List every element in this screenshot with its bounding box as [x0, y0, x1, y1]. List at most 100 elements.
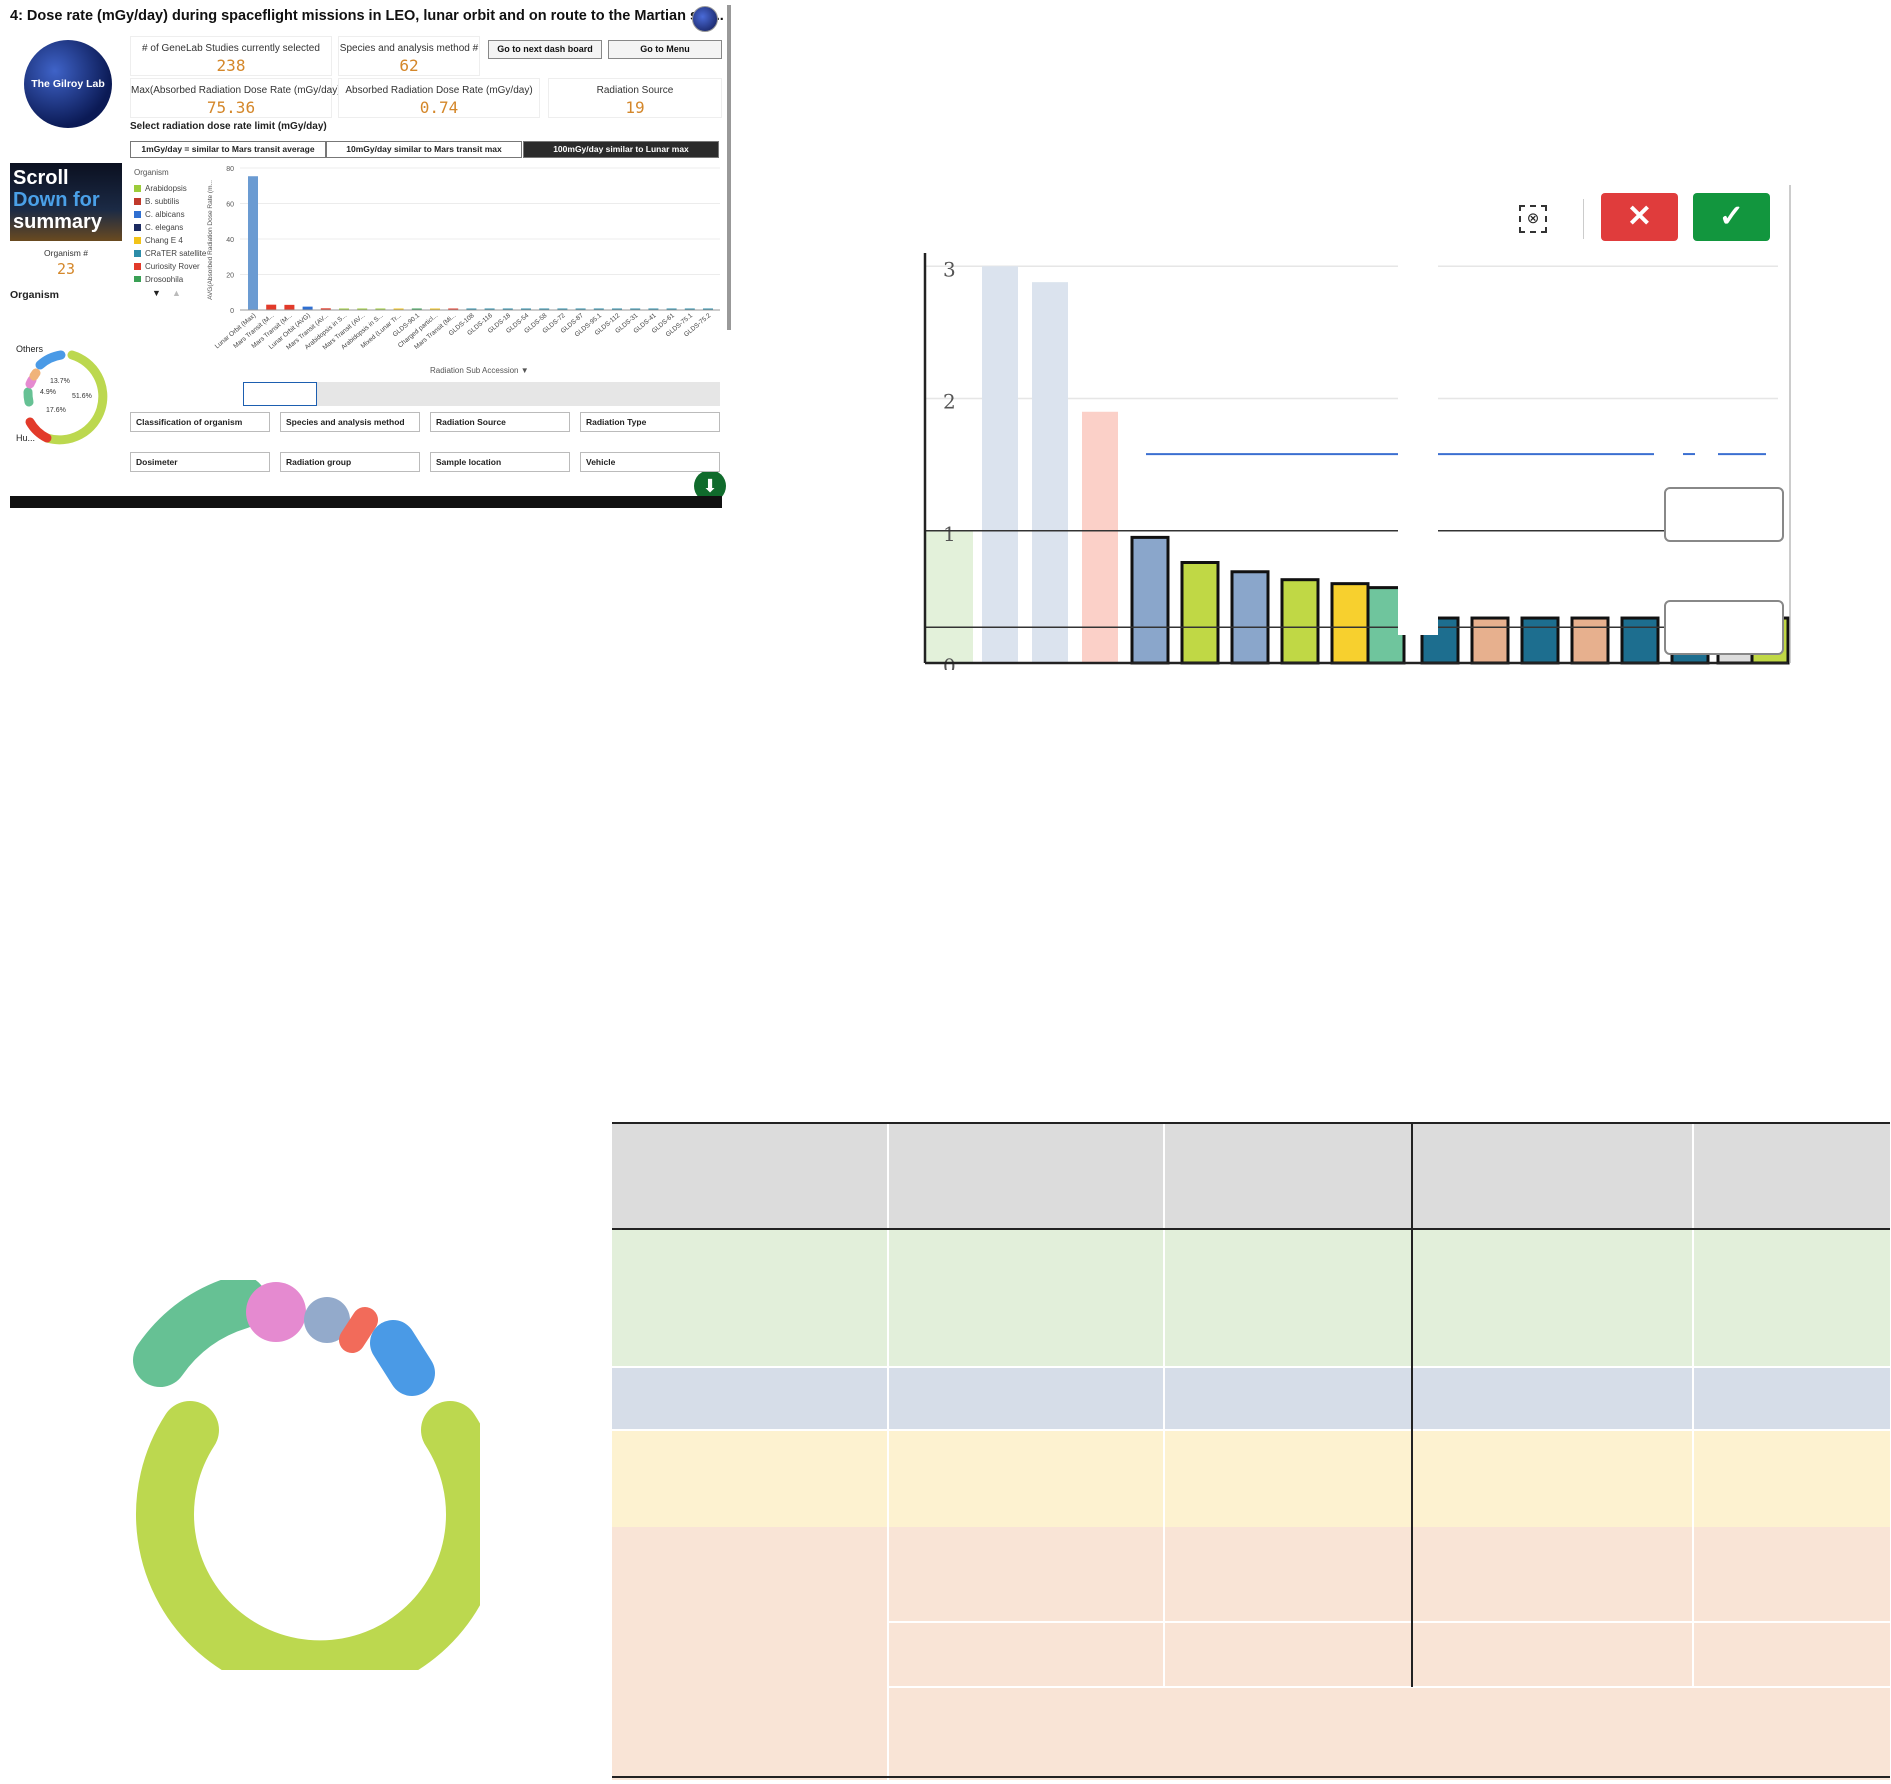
- tab-100mgy[interactable]: 100mGy/day similar to Lunar max: [523, 141, 719, 158]
- kpi-label: Absorbed Radiation Dose Rate (mGy/day): [345, 85, 533, 96]
- donut-segment[interactable]: [23, 387, 34, 407]
- bar[interactable]: [1130, 535, 1170, 665]
- legend-item[interactable]: C. elegans: [134, 221, 209, 234]
- kpi-label: Max(Absorbed Radiation Dose Rate (mGy/da…: [131, 85, 344, 96]
- filter-classification-of-organism[interactable]: Classification of organism: [130, 412, 270, 432]
- x-axis-dropdown-icon[interactable]: ▼: [521, 366, 529, 375]
- y-tick-label: 2: [943, 390, 956, 414]
- legend-item[interactable]: C. albicans: [134, 208, 209, 221]
- legend-swatch: [134, 185, 141, 192]
- bar[interactable]: [284, 304, 295, 310]
- y-tick-label: 3: [943, 257, 956, 281]
- filter-vehicle[interactable]: Vehicle: [580, 452, 720, 472]
- donut-segment[interactable]: [246, 1282, 306, 1342]
- legend-item[interactable]: Arabidopsis: [134, 182, 209, 195]
- kpi-value: 238: [216, 56, 246, 75]
- donut-segment[interactable]: [35, 350, 66, 370]
- legend-label: Arabidopsis: [145, 184, 187, 193]
- legend-item[interactable]: CRaTER satellite: [134, 247, 209, 260]
- next-dashboard-button[interactable]: Go to next dash board: [488, 40, 602, 59]
- bar[interactable]: [1470, 616, 1510, 665]
- legend-item[interactable]: Curiosity Rover: [134, 260, 209, 273]
- kpi-genelab-studies: # of GeneLab Studies currently selected …: [130, 36, 332, 76]
- table-row: [612, 1367, 1890, 1430]
- bar[interactable]: [1520, 616, 1560, 665]
- filter-radiation-type[interactable]: Radiation Type: [580, 412, 720, 432]
- zoomed-bar-chart: 0123: [923, 185, 1791, 670]
- close-icon: ✕: [1626, 200, 1653, 233]
- lasso-clear-icon[interactable]: ⊗: [1519, 205, 1547, 233]
- filter-sample-location[interactable]: Sample location: [430, 452, 570, 472]
- go-to-menu-button[interactable]: Go to Menu: [608, 40, 722, 59]
- logo-text: The Gilroy Lab: [31, 78, 105, 90]
- legend-label: Drosophila: [145, 275, 184, 282]
- kpi-max-dose-rate: Max(Absorbed Radiation Dose Rate (mGy/da…: [130, 78, 344, 118]
- scroll-text: Down for: [13, 189, 100, 211]
- data-table: [612, 1122, 1890, 1780]
- bar[interactable]: [248, 176, 258, 310]
- donut-segment[interactable]: [339, 1307, 378, 1353]
- chart-scrollbar[interactable]: [243, 382, 720, 406]
- legend-swatch: [134, 224, 141, 231]
- bar[interactable]: [1082, 411, 1118, 663]
- bar[interactable]: [1620, 616, 1660, 665]
- gilroy-lab-logo: The Gilroy Lab: [24, 40, 112, 128]
- donut-segment[interactable]: [25, 375, 37, 389]
- legend-title: Organism: [134, 168, 169, 177]
- donut-label-hu: Hu...: [16, 433, 36, 443]
- bar[interactable]: [1180, 561, 1220, 665]
- donut-segment[interactable]: [136, 1401, 480, 1670]
- donut-segment[interactable]: [133, 1280, 267, 1387]
- donut-pct-label: 4.9%: [40, 389, 56, 396]
- legend-label: CRaTER satellite: [145, 249, 207, 258]
- legend-label: C. elegans: [145, 223, 184, 232]
- reference-line-label[interactable]: [1664, 487, 1784, 542]
- scrollbar[interactable]: [727, 5, 731, 330]
- filter-radiation-group[interactable]: Radiation group: [280, 452, 420, 472]
- table-row: [612, 1229, 1890, 1367]
- tab-10mgy[interactable]: 10mGy/day similar to Mars transit max: [326, 141, 522, 158]
- kpi-label: Organism #: [44, 248, 88, 258]
- kpi-value: 23: [56, 260, 76, 278]
- bar[interactable]: [1570, 616, 1610, 665]
- kpi-label: Species and analysis method #: [339, 43, 479, 54]
- filter-species-and-analysis-method[interactable]: Species and analysis method: [280, 412, 420, 432]
- x-axis-title[interactable]: Radiation Sub Accession ▼: [430, 366, 529, 375]
- legend-item[interactable]: Drosophila: [134, 273, 209, 282]
- bar[interactable]: [1280, 578, 1320, 665]
- y-tick-label: 1: [943, 522, 956, 546]
- bar[interactable]: [1330, 582, 1370, 665]
- legend-label: Chang E 4: [145, 236, 183, 245]
- scroll-down-banner[interactable]: Scroll Down for summary: [10, 163, 122, 241]
- legend-swatch: [134, 211, 141, 218]
- genelab-logo-icon: [692, 6, 718, 32]
- bar[interactable]: [266, 304, 277, 310]
- y-axis-title: AVG(Absorbed Radiation Dose Rate (m...: [207, 180, 214, 300]
- bar[interactable]: [982, 266, 1018, 663]
- organism-title: Organism: [10, 289, 60, 301]
- kpi-species-method: Species and analysis method # 62: [338, 36, 480, 76]
- table-row: [612, 1430, 1890, 1527]
- bar[interactable]: [1230, 570, 1270, 665]
- threshold-area: [925, 530, 973, 663]
- scroll-text: summary: [13, 211, 102, 233]
- tab-1mgy[interactable]: 1mGy/day = similar to Mars transit avera…: [130, 141, 326, 158]
- filter-dosimeter[interactable]: Dosimeter: [130, 452, 270, 472]
- dashboard-title: 4: Dose rate (mGy/day) during spacefligh…: [10, 8, 724, 24]
- cancel-selection-button[interactable]: ✕: [1601, 193, 1678, 241]
- donut-pct-label: 13.7%: [50, 378, 70, 385]
- bar[interactable]: [1032, 282, 1068, 663]
- legend-scroll-up-icon[interactable]: ▲: [172, 288, 181, 298]
- legend-scroll-down-icon[interactable]: ▼: [152, 288, 161, 298]
- scroll-text: Scroll: [13, 167, 69, 189]
- donut-segment[interactable]: [370, 1320, 435, 1396]
- legend-item[interactable]: Chang E 4: [134, 234, 209, 247]
- filter-radiation-source[interactable]: Radiation Source: [430, 412, 570, 432]
- reference-line-label[interactable]: [1664, 600, 1784, 655]
- donut-segment[interactable]: [29, 368, 41, 381]
- bar[interactable]: [302, 306, 313, 310]
- confirm-selection-button[interactable]: ✓: [1693, 193, 1770, 241]
- chart-scroll-thumb[interactable]: [243, 382, 317, 406]
- legend-item[interactable]: B. subtilis: [134, 195, 209, 208]
- kpi-value: 0.74: [419, 98, 459, 117]
